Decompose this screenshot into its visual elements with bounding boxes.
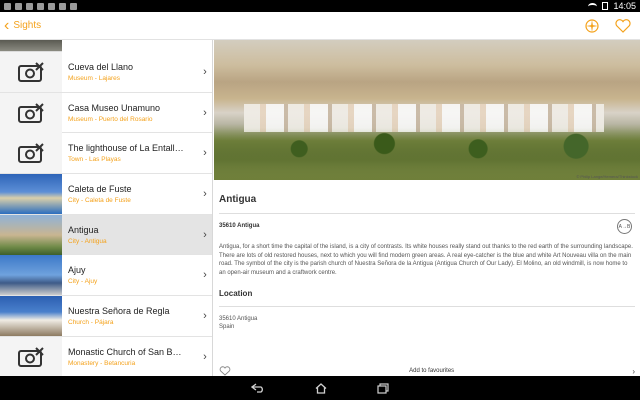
address-line: 35610 Antigua [219,223,260,229]
sights-list[interactable]: Cueva del Llano Museum - Lajares › Casa … [0,40,213,376]
hero-image-palms [214,128,640,180]
status-bar: 14:05 [0,0,640,12]
wifi-icon [588,2,598,10]
notification-icon [26,2,33,10]
list-item[interactable]: Cueva del Llano Museum - Lajares › [0,51,212,93]
add-to-favourites-label: Add to favourites [409,368,455,374]
camera-placeholder-icon [0,92,62,133]
battery-icon [602,2,609,10]
back-arrow-icon[interactable]: ‹ [4,17,9,34]
route-button[interactable]: A→B [617,219,632,234]
item-subtitle: Museum - Puerto del Rosario [68,115,153,123]
notification-icon [37,2,44,10]
add-to-favourites-row[interactable]: Add to favourites › [219,366,635,376]
camera-placeholder-icon [0,336,62,376]
item-name: The lighthouse of La Entall… [68,143,184,154]
list-item[interactable]: Monastic Church of San B… Monastery - Be… [0,336,212,376]
back-nav-icon[interactable] [251,383,265,393]
list-item-selected[interactable]: Antigua City - Antigua › [0,214,212,256]
item-name: Caleta de Fuste [68,183,132,194]
location-line: 35610 Antigua [219,316,258,322]
notification-icons [4,2,77,10]
chevron-right-icon: › [203,65,207,78]
thumbnail-image [0,173,62,214]
notification-icon [70,2,77,10]
list-item[interactable]: Nuestra Señora de Regla Church - Pájara … [0,295,212,337]
item-name: Casa Museo Unamuno [68,102,161,113]
chevron-right-icon: › [203,187,207,200]
page-title: Sights [13,20,42,31]
notification-icon [59,2,66,10]
item-name: Cueva del Llano [68,61,134,72]
heart-icon[interactable] [614,18,632,34]
location-line: Spain [219,324,235,330]
item-subtitle: Museum - Lajares [68,74,121,82]
clock: 14:05 [613,1,636,11]
thumbnail-image [0,214,62,255]
location-block: 35610 Antigua Spain [219,315,640,331]
action-bar: ‹ Sights [0,12,640,40]
hero-image: © Philip Lange/Hemera/Thinkstock [214,40,640,180]
item-subtitle: City - Antigua [68,237,107,245]
item-name: Antigua [68,224,99,235]
item-name: Ajuy [68,265,86,276]
system-nav-bar [0,376,640,400]
list-item[interactable]: Casa Museo Unamuno Museum - Puerto del R… [0,92,212,134]
list-item[interactable]: The lighthouse of La Entall… Town - Las … [0,133,212,175]
item-subtitle: City - Caleta de Fuste [68,196,131,204]
divider [219,306,635,307]
chevron-right-icon: › [203,350,207,363]
divider [219,213,635,214]
chevron-right-icon: › [632,366,635,376]
thumbnail-image [0,255,62,296]
chevron-right-icon: › [203,147,207,160]
item-name: Nuestra Señora de Regla [68,305,170,316]
item-subtitle: Town - Las Playas [68,156,121,164]
notification-icon [15,2,22,10]
notification-icon [4,2,11,10]
item-subtitle: Monastery - Betancuria [68,359,136,367]
list-item[interactable]: Ajuy City - Ajuy › [0,255,212,297]
heart-outline-icon [219,366,231,376]
chevron-right-icon: › [203,106,207,119]
detail-pane[interactable]: © Philip Lange/Hemera/Thinkstock Antigua… [214,40,640,376]
recents-icon[interactable] [377,382,389,394]
camera-placeholder-icon [0,133,62,174]
detail-title: Antigua [219,194,257,205]
chevron-right-icon: › [203,309,207,322]
description: Antigua, for a short time the capital of… [219,244,633,276]
partial-list-item-thumbnail [0,40,62,52]
item-subtitle: Church - Pájara [68,318,114,326]
chevron-right-icon: › [203,269,207,282]
item-subtitle: City - Ajuy [68,278,98,286]
compass-icon[interactable] [584,18,600,34]
item-name: Monastic Church of San B… [68,346,182,357]
thumbnail-image [0,295,62,336]
camera-placeholder-icon [0,51,62,92]
chevron-right-icon: › [203,228,207,241]
location-heading: Location [219,289,253,298]
list-item[interactable]: Caleta de Fuste City - Caleta de Fuste › [0,173,212,215]
home-icon[interactable] [315,382,327,394]
image-credit: © Philip Lange/Hemera/Thinkstock [576,174,638,179]
notification-icon [48,2,55,10]
